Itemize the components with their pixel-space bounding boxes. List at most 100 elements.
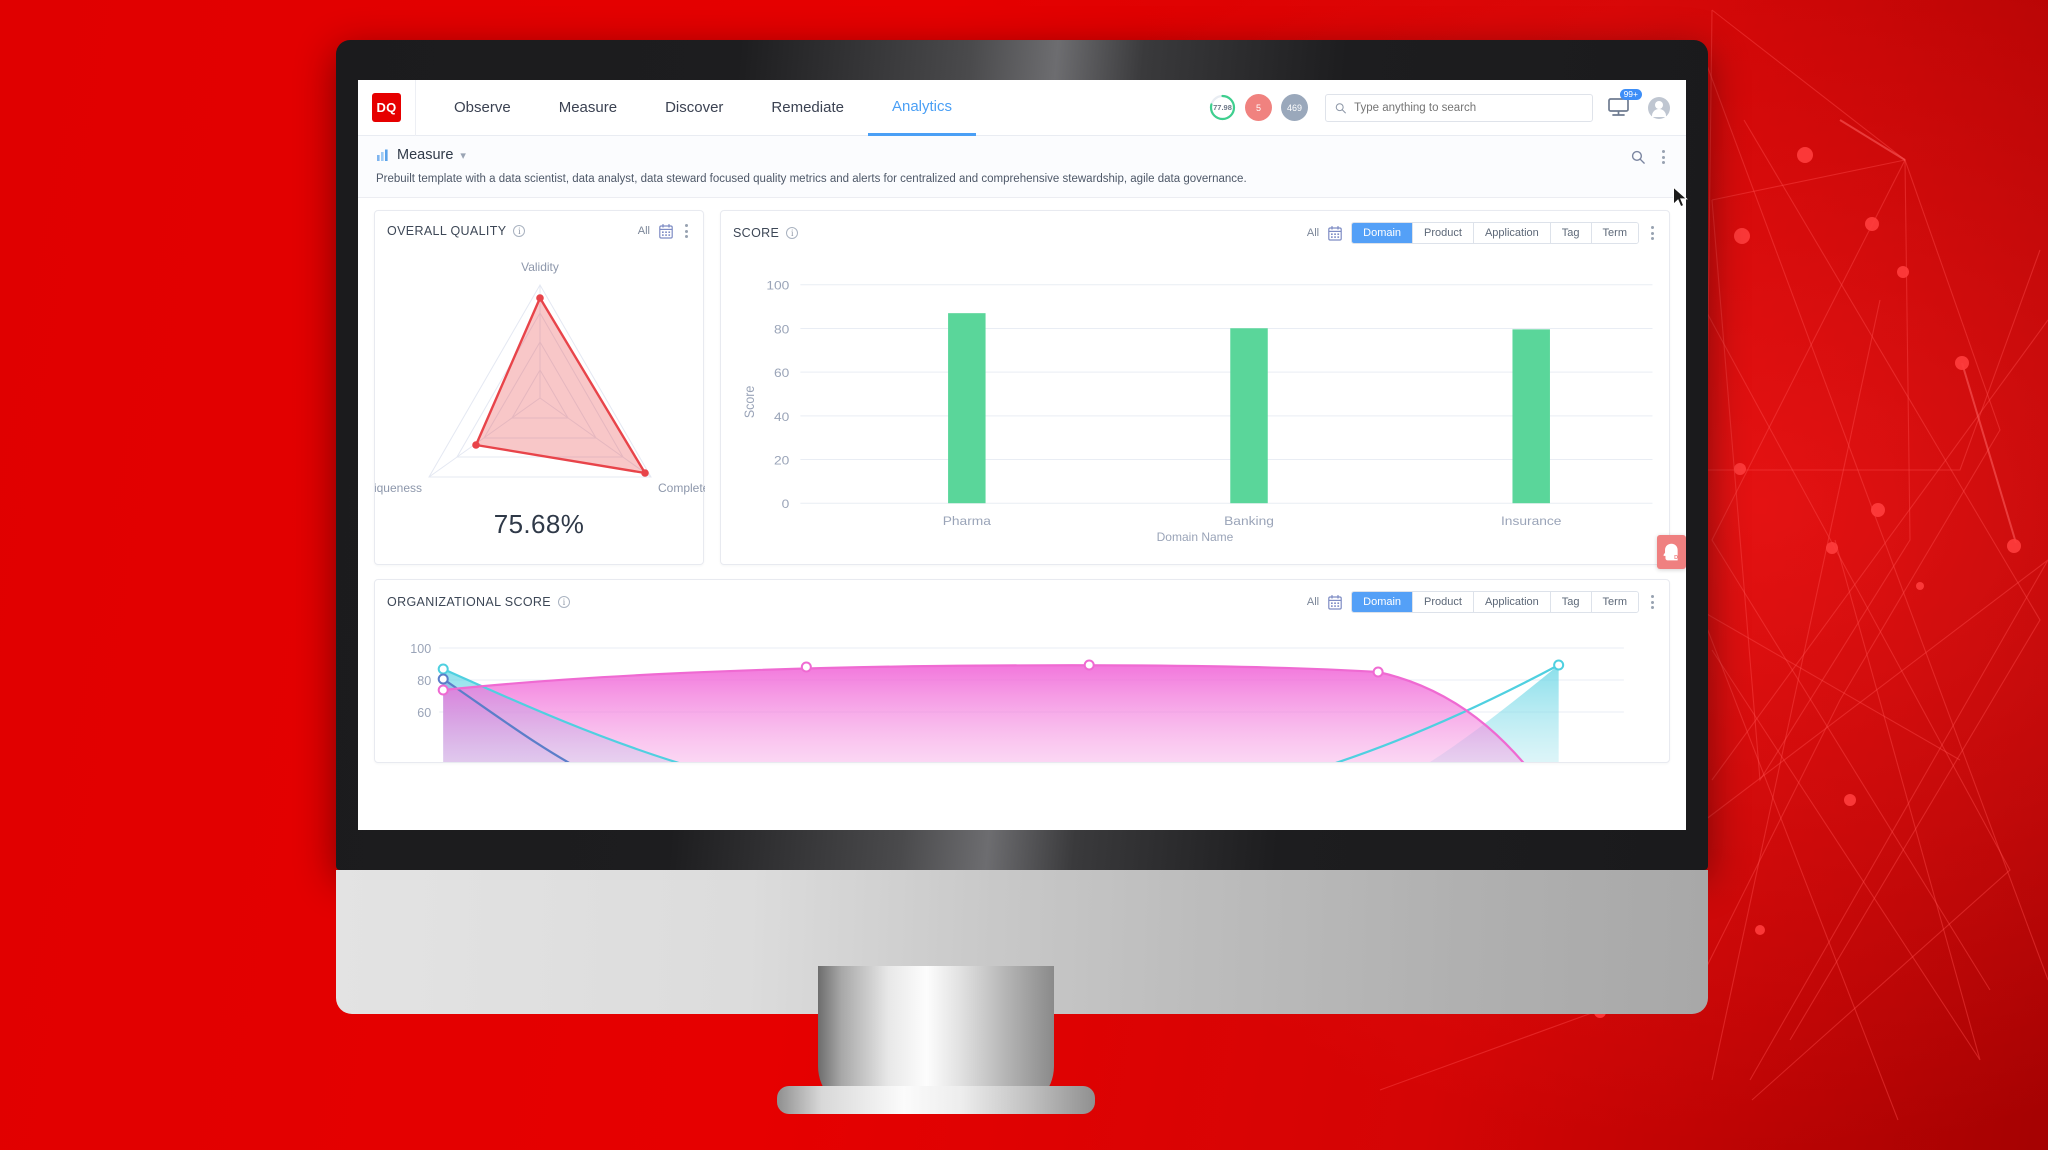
- chevron-down-icon[interactable]: ▾: [460, 149, 466, 162]
- dashboard-subheader: Measure ▾ Prebuilt template with a data …: [358, 136, 1686, 199]
- monitor-stand-base: [777, 1086, 1095, 1114]
- subheader-actions: [1631, 148, 1668, 166]
- logo-text: DQ: [372, 93, 401, 122]
- radar-label-completeness: Completeness: [658, 481, 705, 495]
- nav-tab-remediate[interactable]: Remediate: [747, 80, 868, 136]
- svg-text:DQ: DQ: [1674, 555, 1682, 561]
- bar-pharma: [948, 313, 986, 504]
- xtick-pharma: Pharma: [943, 514, 992, 528]
- alerts-badge[interactable]: 5: [1245, 94, 1272, 121]
- mouse-cursor: [1673, 186, 1688, 208]
- area-chart-svg: 100 80 60: [410, 642, 1624, 763]
- calendar-icon[interactable]: [1328, 594, 1342, 610]
- dashboard-more-menu[interactable]: [1659, 148, 1668, 166]
- radar-label-uniqueness: Uniqueness: [375, 481, 422, 495]
- all-filter-link[interactable]: All: [1307, 596, 1319, 608]
- chat-assistant-button[interactable]: DQ: [1657, 535, 1686, 569]
- nav-tab-observe[interactable]: Observe: [430, 80, 535, 136]
- card-score: SCORE i All Domain Product Application T…: [720, 210, 1670, 566]
- ytick-20: 20: [774, 453, 789, 467]
- dashboard-board: OVERALL QUALITY i All Validity Complet i…: [358, 198, 1686, 776]
- filter-tag[interactable]: Tag: [1550, 592, 1592, 613]
- bar-insurance: [1512, 329, 1550, 504]
- calendar-icon[interactable]: [1328, 225, 1342, 241]
- score-filter-tabs: Domain Product Application Tag Term: [1351, 222, 1639, 245]
- nav-tab-measure[interactable]: Measure: [535, 80, 641, 136]
- y-axis-label: Score: [741, 386, 757, 418]
- score-ring-badge[interactable]: 77.98: [1209, 94, 1236, 121]
- radar-chart-svg: Validity Completeness Uniqueness: [359, 260, 735, 495]
- org-score-filter-tabs: Domain Product Application Tag Term: [1351, 591, 1639, 614]
- notification-count-badge: 99+: [1619, 88, 1642, 100]
- bar-chart: 100 80 60 40 20 0 Score Pharma Banking I…: [721, 253, 1669, 554]
- dashboard-description: Prebuilt template with a data scientist,…: [376, 173, 1247, 185]
- filter-term[interactable]: Term: [1591, 223, 1638, 244]
- ytick-40: 40: [774, 410, 789, 424]
- cards-row-top: OVERALL QUALITY i All Validity Complet i…: [359, 210, 1670, 566]
- area-chart: 100 80 60: [375, 622, 1669, 763]
- notifications-button[interactable]: 99+: [1607, 88, 1642, 120]
- info-icon[interactable]: i: [513, 225, 526, 238]
- x-axis-label: Domain Name: [1156, 530, 1234, 545]
- card-more-menu[interactable]: [1648, 224, 1657, 242]
- card-organizational-score: ORGANIZATIONAL SCORE i All Domain Produc…: [374, 579, 1670, 764]
- filter-domain[interactable]: Domain: [1352, 592, 1414, 613]
- card-header: OVERALL QUALITY i All: [375, 211, 703, 249]
- filter-domain[interactable]: Domain: [1352, 223, 1414, 244]
- ytick-80: 80: [417, 674, 431, 688]
- info-icon[interactable]: i: [786, 227, 799, 240]
- top-nav-actions: 77.98 5 469 99+: [1209, 88, 1686, 122]
- area-series-pink: [443, 665, 1523, 763]
- radar-label-validity: Validity: [521, 260, 559, 274]
- assistant-head-icon: DQ: [1663, 543, 1682, 561]
- user-avatar[interactable]: [1648, 96, 1670, 119]
- score-ring-value: 77.98: [1213, 103, 1232, 112]
- search-icon: [1335, 102, 1346, 113]
- nav-tab-analytics[interactable]: Analytics: [867, 80, 976, 136]
- main-nav-tabs: Observe Measure Discover Remediate Analy…: [430, 80, 976, 136]
- card-title: ORGANIZATIONAL SCORE: [387, 595, 551, 610]
- top-navigation-bar: DQ Observe Measure Discover Remediate An…: [358, 80, 1686, 136]
- monitor-mockup: DQ Observe Measure Discover Remediate An…: [336, 40, 1708, 1014]
- card-title: OVERALL QUALITY: [387, 224, 507, 239]
- subheader-title-row: Measure ▾: [376, 147, 1666, 163]
- items-badge[interactable]: 469: [1281, 94, 1308, 121]
- chart-icon: [377, 149, 388, 161]
- card-more-menu[interactable]: [1648, 593, 1657, 611]
- all-filter-link[interactable]: All: [638, 225, 650, 237]
- card-title: SCORE: [733, 226, 780, 241]
- card-header: ORGANIZATIONAL SCORE i All Domain Produc…: [375, 580, 1669, 622]
- xtick-banking: Banking: [1224, 514, 1274, 528]
- dashboard-title: Measure: [397, 147, 454, 163]
- global-search[interactable]: [1325, 93, 1593, 122]
- search-icon[interactable]: [1631, 150, 1645, 164]
- bar-chart-svg: 100 80 60 40 20 0 Score Pharma Banking I…: [741, 278, 1653, 528]
- card-header-actions: All: [638, 222, 691, 240]
- ytick-100: 100: [766, 278, 789, 292]
- app-logo[interactable]: DQ: [358, 80, 416, 136]
- info-icon[interactable]: i: [557, 596, 570, 609]
- filter-product[interactable]: Product: [1413, 592, 1474, 613]
- card-overall-quality: OVERALL QUALITY i All Validity Complet i…: [359, 210, 735, 566]
- card-more-menu[interactable]: [682, 222, 691, 240]
- calendar-icon[interactable]: [659, 223, 673, 239]
- bar-series: [948, 313, 1550, 504]
- filter-application[interactable]: Application: [1473, 592, 1551, 613]
- overall-quality-value: 75.68%: [493, 509, 585, 540]
- all-filter-link[interactable]: All: [1307, 227, 1319, 239]
- nav-tab-discover[interactable]: Discover: [641, 80, 747, 136]
- ytick-80: 80: [774, 322, 789, 336]
- filter-product[interactable]: Product: [1413, 223, 1474, 244]
- search-input[interactable]: [1354, 101, 1583, 114]
- ytick-100: 100: [410, 642, 431, 656]
- filter-application[interactable]: Application: [1473, 223, 1551, 244]
- ytick-0: 0: [782, 497, 790, 511]
- card-header: SCORE i All Domain Product Application T…: [721, 211, 1669, 253]
- filter-term[interactable]: Term: [1591, 592, 1638, 613]
- filter-tag[interactable]: Tag: [1550, 223, 1592, 244]
- ytick-60: 60: [774, 366, 789, 380]
- app-screen: DQ Observe Measure Discover Remediate An…: [358, 80, 1686, 830]
- card-header-actions: All Domain Product Application Tag Term: [1307, 222, 1657, 245]
- radar-chart: Validity Completeness Uniqueness: [359, 249, 735, 509]
- ytick-60: 60: [417, 706, 431, 720]
